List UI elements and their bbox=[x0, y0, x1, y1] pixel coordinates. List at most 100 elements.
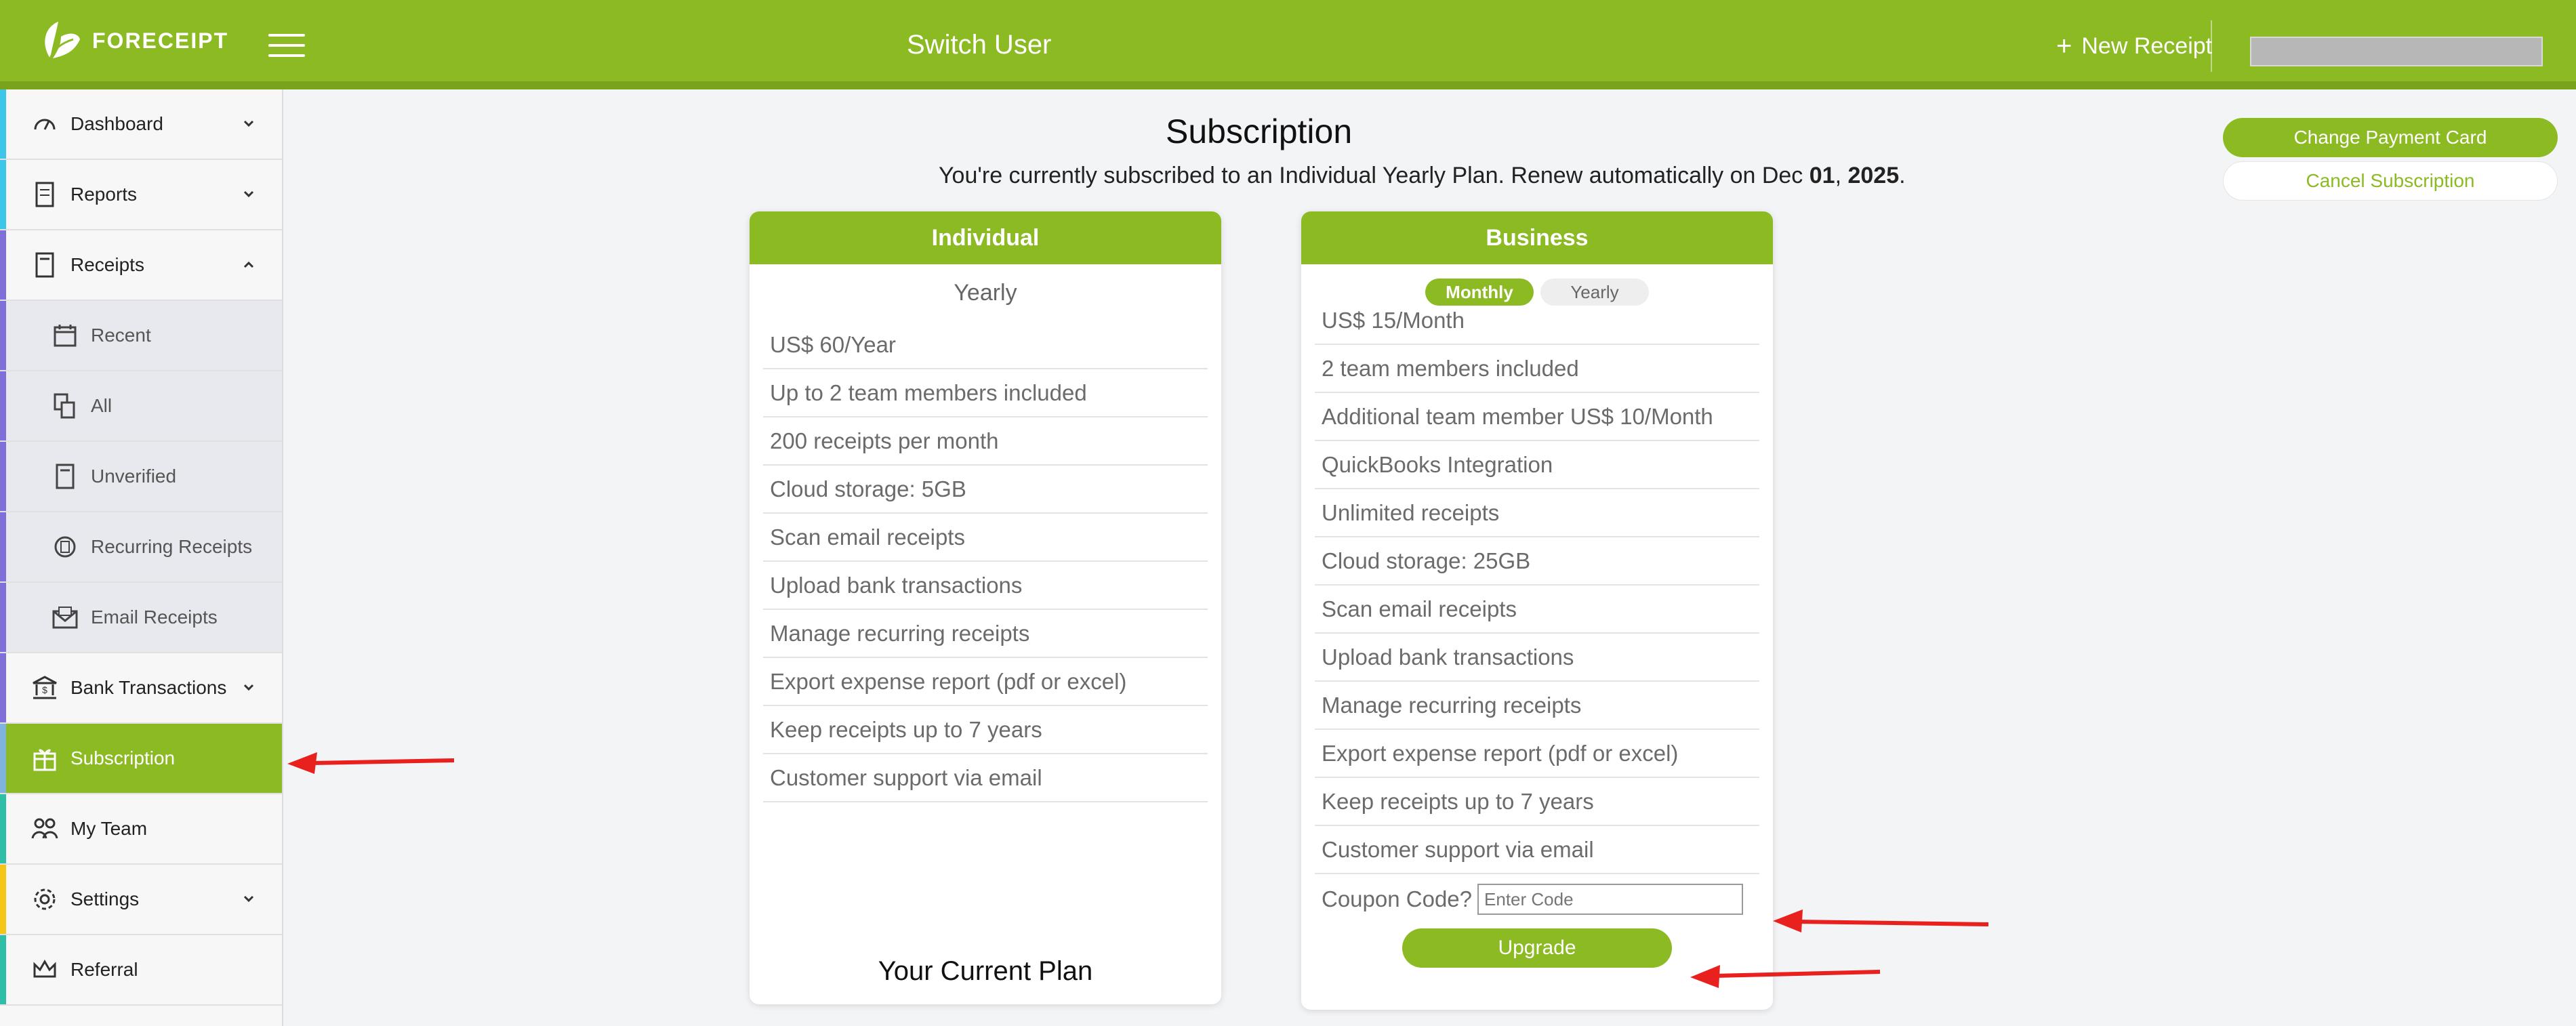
receipt-icon bbox=[31, 251, 58, 279]
new-receipt-label: New Receipt bbox=[2081, 33, 2213, 59]
feature-item: Customer support via email bbox=[763, 754, 1208, 802]
logo[interactable]: FORECEIPT bbox=[38, 16, 228, 65]
feature-item: 200 receipts per month bbox=[763, 417, 1208, 466]
sidebar-item-label: Recurring Receipts bbox=[91, 536, 253, 557]
receipt-stack-icon bbox=[52, 392, 79, 419]
status-comma: , bbox=[1835, 163, 1848, 188]
sidebar-item-label: Bank Transactions bbox=[70, 677, 227, 698]
feature-item: Export expense report (pdf or excel) bbox=[1315, 730, 1759, 778]
chevron-down-icon bbox=[243, 684, 254, 691]
envelope-icon bbox=[52, 604, 79, 631]
sidebar-item-receipts[interactable]: Receipts bbox=[0, 230, 282, 301]
switch-user-link[interactable]: Switch User bbox=[907, 30, 1051, 60]
receipt-icon bbox=[52, 463, 79, 490]
sidebar-item-label: Recent bbox=[91, 325, 151, 346]
sidebar-item-bank-transactions[interactable]: $ Bank Transactions bbox=[0, 653, 282, 724]
plan-name: Business bbox=[1301, 211, 1773, 264]
business-plan-card: Business Monthly Yearly US$ 15/Month 2 t… bbox=[1301, 211, 1773, 1010]
feature-item: Keep receipts up to 7 years bbox=[1315, 778, 1759, 826]
sidebar-item-referral[interactable]: Referral bbox=[0, 935, 282, 1006]
feature-item: US$ 60/Year bbox=[763, 321, 1208, 369]
sidebar-item-label: Dashboard bbox=[70, 113, 163, 134]
feature-item: 2 team members included bbox=[1315, 345, 1759, 393]
crown-icon bbox=[31, 956, 58, 983]
upgrade-button[interactable]: Upgrade bbox=[1402, 928, 1672, 968]
sidebar-item-label: Referral bbox=[70, 959, 138, 980]
coupon-row: Coupon Code? bbox=[1315, 874, 1759, 924]
sidebar-item-label: My Team bbox=[70, 818, 148, 839]
change-payment-card-button[interactable]: Change Payment Card bbox=[2223, 118, 2558, 157]
monthly-toggle[interactable]: Monthly bbox=[1425, 279, 1534, 306]
recurring-icon bbox=[52, 533, 79, 560]
plus-icon: + bbox=[2056, 31, 2072, 61]
feature-item: Manage recurring receipts bbox=[1315, 682, 1759, 730]
subscription-status-text: You're currently subscribed to an Indivi… bbox=[939, 163, 1906, 189]
sidebar: Dashboard Reports Receipts Recent All Un… bbox=[0, 89, 283, 1026]
bank-icon: $ bbox=[31, 674, 58, 701]
feature-item: Cloud storage: 5GB bbox=[763, 466, 1208, 514]
sidebar-item-reports[interactable]: Reports bbox=[0, 160, 282, 230]
coupon-code-input[interactable] bbox=[1477, 884, 1744, 915]
sidebar-item-email-receipts[interactable]: Email Receipts bbox=[0, 583, 282, 653]
sidebar-item-recurring-receipts[interactable]: Recurring Receipts bbox=[0, 512, 282, 583]
feature-item: Upload bank transactions bbox=[763, 562, 1208, 610]
feature-item: Keep receipts up to 7 years bbox=[763, 706, 1208, 754]
sidebar-item-label: Subscription bbox=[70, 747, 176, 768]
chevron-down-icon bbox=[243, 895, 254, 903]
arrow-annotation-icon bbox=[1773, 909, 1989, 932]
feature-list: US$ 60/Year Up to 2 team members include… bbox=[750, 321, 1221, 802]
new-receipt-button[interactable]: + New Receipt bbox=[2056, 33, 2212, 60]
feature-item: Manage recurring receipts bbox=[763, 610, 1208, 658]
top-bar: FORECEIPT Switch User + New Receipt bbox=[0, 0, 2576, 89]
sidebar-item-my-team[interactable]: My Team bbox=[0, 794, 282, 865]
individual-plan-card: Individual Yearly US$ 60/Year Up to 2 te… bbox=[750, 211, 1221, 1004]
calendar-icon bbox=[52, 322, 79, 349]
page-title: Subscription bbox=[1166, 112, 1353, 150]
sidebar-item-label: Settings bbox=[70, 888, 140, 909]
sidebar-item-label: Email Receipts bbox=[91, 607, 218, 628]
current-plan-label: Your Current Plan bbox=[878, 956, 1093, 986]
user-account-box[interactable] bbox=[2250, 37, 2543, 66]
sidebar-item-settings[interactable]: Settings bbox=[0, 865, 282, 935]
status-text: You're currently subscribed to an Indivi… bbox=[939, 163, 1810, 188]
renew-year: 2025 bbox=[1847, 163, 1900, 188]
header-divider bbox=[2211, 20, 2212, 72]
sidebar-item-label: All bbox=[91, 395, 113, 416]
chevron-down-icon bbox=[243, 190, 254, 198]
chevron-down-icon bbox=[243, 120, 254, 127]
sidebar-item-label: Unverified bbox=[91, 466, 177, 487]
feature-item: Upload bank transactions bbox=[1315, 634, 1759, 682]
gift-icon bbox=[31, 745, 58, 772]
sidebar-item-dashboard[interactable]: Dashboard bbox=[0, 89, 282, 160]
hamburger-menu-icon[interactable] bbox=[268, 34, 305, 58]
sidebar-item-subscription[interactable]: Subscription bbox=[0, 724, 282, 794]
feature-item: Unlimited receipts bbox=[1315, 489, 1759, 537]
sidebar-item-all[interactable]: All bbox=[0, 371, 282, 442]
sidebar-item-recent[interactable]: Recent bbox=[0, 301, 282, 371]
cancel-subscription-button[interactable]: Cancel Subscription bbox=[2223, 161, 2558, 201]
feature-item: US$ 15/Month bbox=[1315, 297, 1759, 345]
sidebar-item-unverified[interactable]: Unverified bbox=[0, 442, 282, 512]
renew-day: 01 bbox=[1809, 163, 1835, 188]
yearly-toggle[interactable]: Yearly bbox=[1540, 279, 1649, 306]
gauge-icon bbox=[31, 110, 58, 138]
feature-item: Customer support via email bbox=[1315, 826, 1759, 874]
sidebar-item-label: Reports bbox=[70, 184, 138, 205]
feature-item: Scan email receipts bbox=[763, 514, 1208, 562]
plan-name: Individual bbox=[750, 211, 1221, 264]
plan-period: Yearly bbox=[954, 279, 1017, 306]
report-icon bbox=[31, 181, 58, 208]
leaf-logo-icon bbox=[45, 22, 80, 59]
gear-icon bbox=[31, 886, 58, 913]
status-end: . bbox=[1899, 163, 1906, 188]
feature-item: Scan email receipts bbox=[1315, 586, 1759, 634]
brand-name: FORECEIPT bbox=[92, 28, 229, 53]
chevron-up-icon bbox=[243, 261, 254, 268]
team-icon bbox=[31, 815, 58, 842]
coupon-label: Coupon Code? bbox=[1322, 886, 1473, 911]
svg-text:$: $ bbox=[42, 684, 47, 695]
feature-item: Up to 2 team members included bbox=[763, 369, 1208, 417]
sidebar-item-label: Receipts bbox=[70, 254, 144, 275]
feature-item: Export expense report (pdf or excel) bbox=[763, 658, 1208, 706]
feature-item: Additional team member US$ 10/Month bbox=[1315, 393, 1759, 441]
